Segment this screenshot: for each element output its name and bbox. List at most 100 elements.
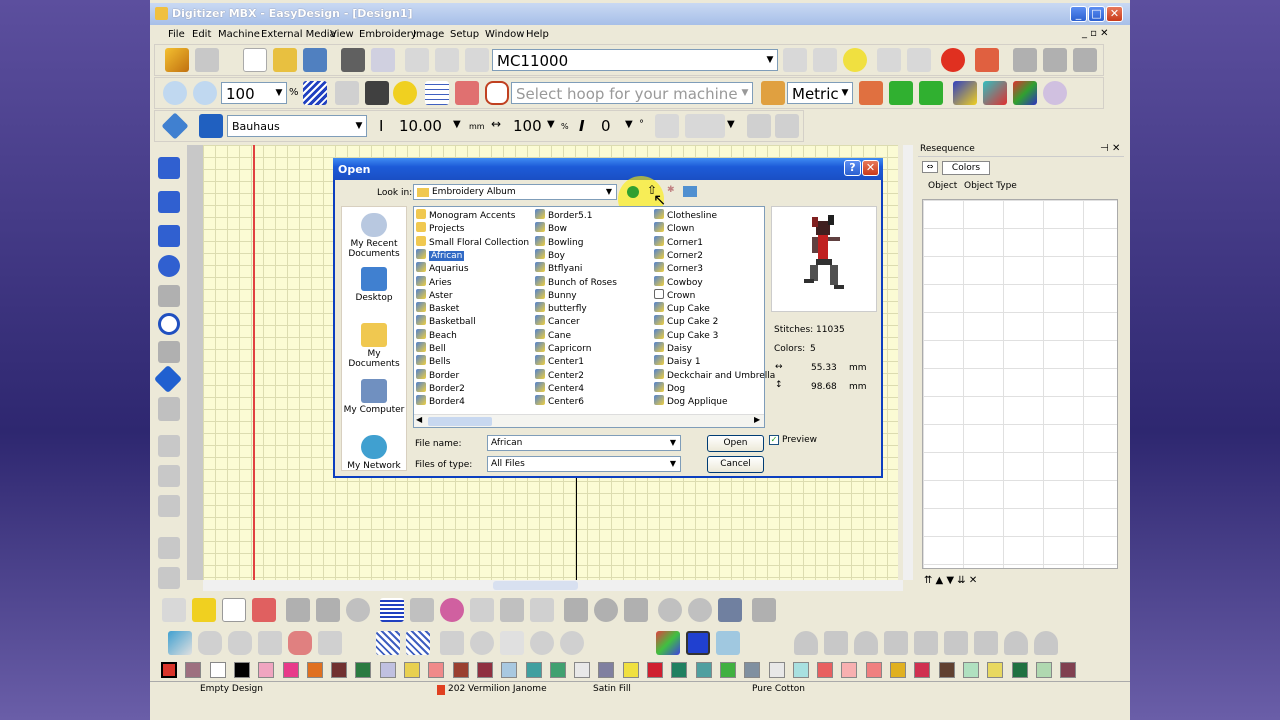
font-size-value[interactable]: 10.00 xyxy=(399,117,442,135)
file-item[interactable]: Corner1 xyxy=(654,235,703,248)
file-item[interactable]: African xyxy=(416,248,465,261)
file-item[interactable]: Clown xyxy=(654,222,694,234)
machine-select[interactable]: MC11000 ▼ xyxy=(492,49,778,71)
file-item[interactable]: Cowboy xyxy=(654,275,703,288)
vertical-scrollbar[interactable] xyxy=(903,145,913,580)
italic-icon[interactable]: I xyxy=(579,117,585,135)
color-swatch[interactable] xyxy=(890,662,906,678)
undo-icon[interactable] xyxy=(877,48,901,72)
align-icon-3[interactable] xyxy=(1073,48,1097,72)
text-transform-icon[interactable] xyxy=(775,114,799,138)
file-item[interactable]: Basket xyxy=(416,302,459,314)
horizontal-scrollbar[interactable] xyxy=(203,580,903,591)
file-item[interactable]: Cup Cake 3 xyxy=(654,328,718,341)
pattern-icon-5[interactable] xyxy=(530,631,554,655)
pattern-fill-icon-2[interactable] xyxy=(406,631,430,655)
color-swatch[interactable] xyxy=(452,662,469,678)
expand-icon[interactable]: ⇔ xyxy=(922,161,938,173)
color-swatch[interactable] xyxy=(768,662,785,678)
triangle-icon[interactable] xyxy=(286,598,310,622)
file-item[interactable]: Bow xyxy=(535,222,567,234)
hand-icon[interactable] xyxy=(195,48,219,72)
color-swatch[interactable] xyxy=(258,662,275,678)
save-icon[interactable] xyxy=(303,48,327,72)
color-swatch[interactable] xyxy=(962,662,979,678)
color-wheel-icon[interactable] xyxy=(1013,81,1037,105)
file-item[interactable]: Crown xyxy=(654,288,695,301)
place-my-documents[interactable]: My Documents xyxy=(342,323,406,369)
mdi-controls[interactable]: _ ▫ ✕ xyxy=(1082,28,1109,39)
arc-tool-icon[interactable] xyxy=(158,313,180,335)
color-swatch[interactable] xyxy=(695,662,712,678)
align-center-icon[interactable] xyxy=(824,631,848,655)
flower-icon[interactable] xyxy=(1043,81,1067,105)
text-path-icon[interactable] xyxy=(655,114,679,138)
color-swatch[interactable] xyxy=(501,662,518,678)
font-width-value[interactable]: 100 xyxy=(513,117,542,135)
file-item[interactable]: Dog Applique xyxy=(654,395,728,407)
tool-icon-11[interactable] xyxy=(158,465,180,487)
scroll-right-icon[interactable]: ▶ xyxy=(754,415,760,424)
file-list-scrollbar[interactable]: ◀ ▶ xyxy=(414,414,764,427)
align-top-icon[interactable] xyxy=(794,631,818,655)
file-list[interactable]: Monogram Accents Projects Small Floral Col… xyxy=(413,206,775,428)
file-item[interactable]: Daisy xyxy=(654,342,692,354)
open-button[interactable]: Open xyxy=(707,435,764,452)
shape-icon[interactable] xyxy=(530,598,554,622)
file-item[interactable]: Deckchair and Umbrella xyxy=(654,368,775,381)
align-icon-1[interactable] xyxy=(1013,48,1037,72)
tool-icon-f[interactable] xyxy=(718,598,742,622)
diamond-tool-icon[interactable] xyxy=(153,364,183,394)
chevron-down-icon[interactable]: ▼ xyxy=(602,185,616,199)
file-item[interactable]: Border4 xyxy=(416,395,465,407)
file-item[interactable]: Bowling xyxy=(535,235,583,248)
pattern-fill-icon[interactable] xyxy=(376,631,400,655)
color-swatch[interactable] xyxy=(841,662,858,678)
file-item[interactable]: Cup Cake xyxy=(654,302,710,314)
file-item[interactable]: Corner3 xyxy=(654,262,703,274)
select-hand-icon[interactable] xyxy=(162,598,186,622)
file-type-select[interactable]: All Files ▼ xyxy=(487,456,681,472)
applique-icon-4[interactable] xyxy=(258,631,282,655)
chevron-down-icon[interactable]: ▼ xyxy=(838,83,852,103)
color-swatch[interactable] xyxy=(987,662,1004,678)
chevron-down-icon[interactable]: ▼ xyxy=(547,119,555,130)
glasses-icon[interactable] xyxy=(335,81,359,105)
preview-checkbox[interactable]: ✓ xyxy=(769,435,779,445)
pattern-icon-3[interactable] xyxy=(440,631,464,655)
satin-tool-icon[interactable] xyxy=(158,191,180,213)
file-item[interactable]: Cane xyxy=(535,328,571,341)
rotate-icon[interactable] xyxy=(346,598,370,622)
file-item[interactable]: Aries xyxy=(416,275,452,288)
file-item[interactable]: Center4 xyxy=(535,381,584,394)
color-swatch[interactable] xyxy=(525,662,542,678)
file-item[interactable]: Cup Cake 2 xyxy=(654,315,718,327)
file-item[interactable]: Aquarius xyxy=(416,262,469,274)
color-swatch[interactable] xyxy=(306,662,323,678)
menu-help[interactable]: Help xyxy=(526,29,549,40)
chevron-down-icon[interactable]: ▼ xyxy=(352,116,366,136)
check-circle-icon[interactable] xyxy=(560,631,584,655)
file-item[interactable]: Aster xyxy=(416,288,453,301)
chevron-down-icon[interactable]: ▼ xyxy=(738,83,752,103)
color-swatch[interactable] xyxy=(233,662,250,678)
file-item[interactable]: Center2 xyxy=(535,368,584,381)
file-item[interactable]: Projects xyxy=(416,222,464,234)
color-swatch[interactable] xyxy=(598,662,615,678)
menu-external-media[interactable]: External Media xyxy=(261,29,336,40)
color-swatch[interactable] xyxy=(1060,662,1077,678)
color-swatch[interactable] xyxy=(938,662,955,678)
maximize-button[interactable]: □ xyxy=(1088,6,1105,22)
print-icon[interactable] xyxy=(341,48,365,72)
file-list-scroll-thumb[interactable] xyxy=(428,417,492,426)
badge-tool-icon[interactable] xyxy=(158,397,180,421)
color-sort-icon[interactable] xyxy=(953,81,977,105)
hoop-icon[interactable] xyxy=(485,81,509,105)
color-icon[interactable] xyxy=(393,81,417,105)
zoom-out-icon[interactable] xyxy=(193,81,217,105)
color-swatch[interactable] xyxy=(476,662,493,678)
file-item[interactable]: Center1 xyxy=(535,355,584,367)
tool-icon-g[interactable] xyxy=(752,598,776,622)
color-swatch[interactable] xyxy=(1035,662,1052,678)
color-swatch[interactable] xyxy=(379,662,396,678)
